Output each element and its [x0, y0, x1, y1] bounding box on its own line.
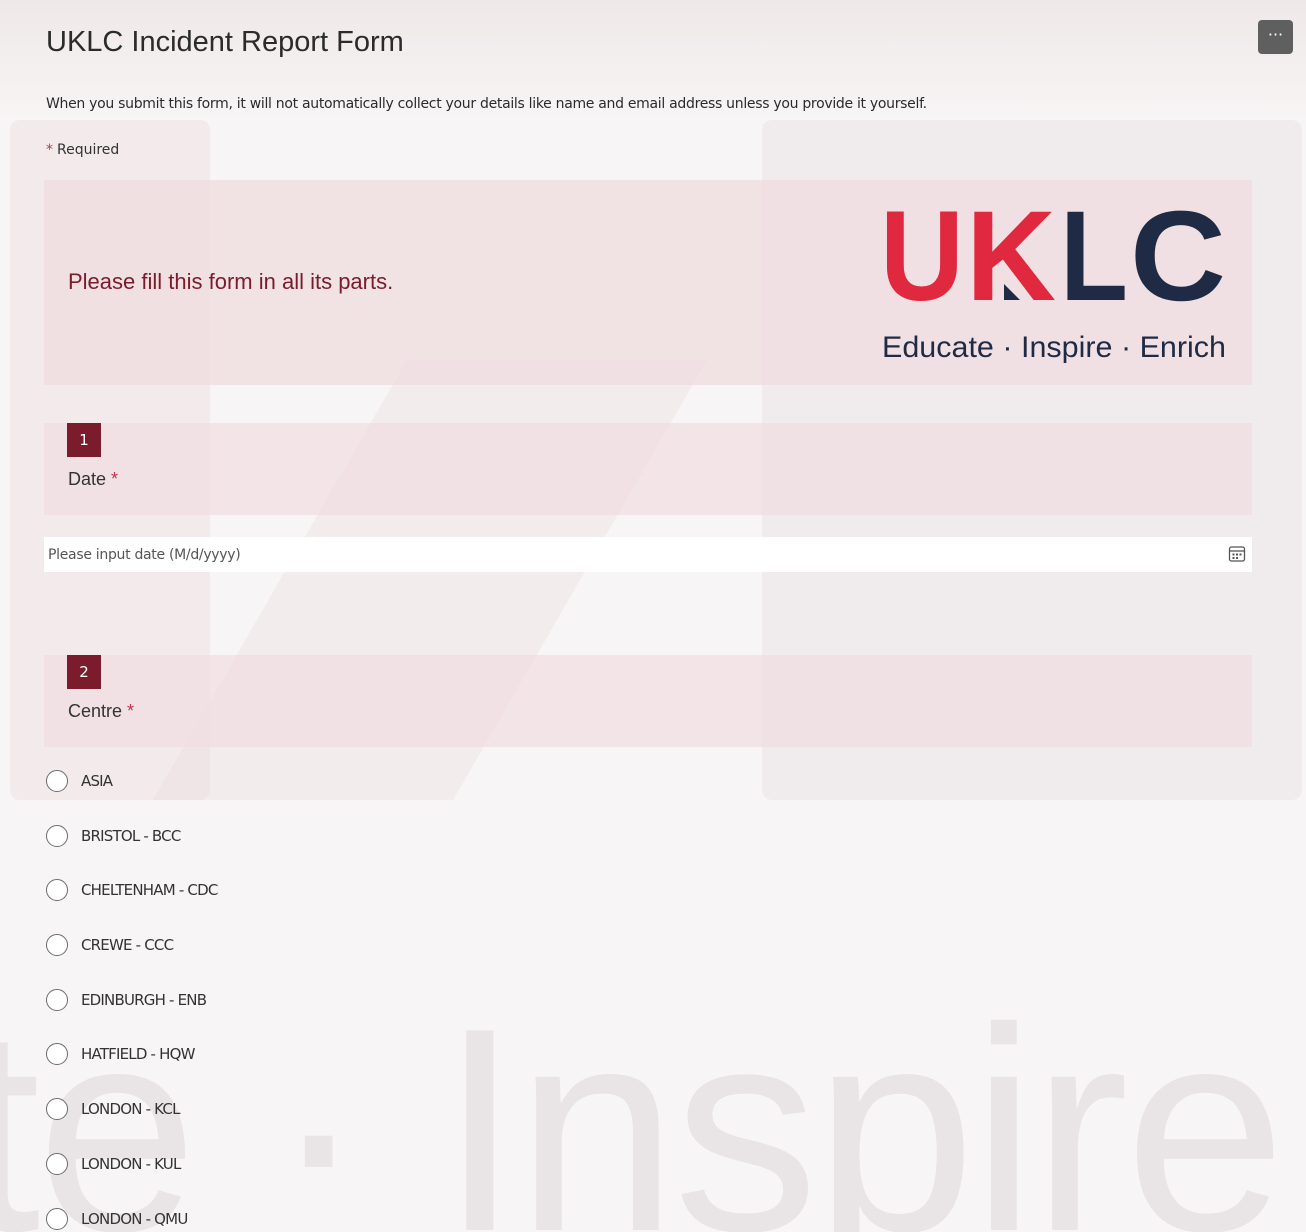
question-centre-header: 2 Centre *	[44, 655, 1252, 747]
form-banner: Please fill this form in all its parts. …	[44, 180, 1252, 385]
centre-option[interactable]: LONDON - KUL	[46, 1152, 646, 1208]
question-label: Centre *	[68, 701, 134, 722]
centre-option[interactable]: HATFIELD - HQW	[46, 1043, 646, 1098]
centre-option[interactable]: EDINBURGH - ENB	[46, 988, 646, 1044]
required-label: Required	[57, 142, 120, 158]
centre-option[interactable]: CREWE - CCC	[46, 934, 646, 989]
form-page: te · Inspire · UKLC Incident Report Form…	[0, 0, 1306, 1232]
calendar-icon[interactable]	[1227, 544, 1247, 564]
logo-letter-l: L	[1060, 198, 1128, 328]
date-input[interactable]	[44, 537, 1214, 572]
radio-button[interactable]	[46, 1207, 68, 1230]
option-label: EDINBURGH - ENB	[81, 990, 207, 1009]
option-label: CHELTENHAM - CDC	[81, 881, 218, 900]
question-number-badge: 2	[67, 655, 101, 689]
radio-button[interactable]	[46, 770, 68, 792]
more-options-button[interactable]: ···	[1258, 20, 1293, 54]
question-title: Centre	[68, 701, 123, 721]
logo-letter-k: K	[966, 198, 1056, 328]
option-label: HATFIELD - HQW	[81, 1045, 195, 1064]
centre-options: ASIA BRISTOL - BCC CHELTENHAM - CDC CREW…	[46, 770, 646, 1232]
form-title: UKLC Incident Report Form	[46, 26, 404, 58]
option-label: LONDON - KCL	[81, 1100, 180, 1119]
option-label: BRISTOL - BCC	[81, 826, 181, 845]
radio-button[interactable]	[46, 934, 68, 957]
uklc-logo: U K L C Educate · Inspire · Enrich	[880, 198, 1226, 364]
radio-button[interactable]	[46, 988, 68, 1011]
date-field	[44, 537, 1252, 572]
centre-option[interactable]: CHELTENHAM - CDC	[46, 879, 646, 934]
required-note: * Required	[46, 142, 119, 158]
question-title: Date	[68, 469, 107, 489]
radio-button[interactable]	[46, 879, 68, 902]
question-number-badge: 1	[67, 423, 101, 457]
radio-button[interactable]	[46, 1098, 68, 1121]
question-date-header: 1 Date *	[44, 423, 1252, 515]
privacy-note: When you submit this form, it will not a…	[46, 96, 927, 112]
option-label: CREWE - CCC	[81, 936, 174, 955]
logo-letter-c: C	[1130, 198, 1226, 328]
centre-option[interactable]: LONDON - QMU	[46, 1207, 646, 1232]
centre-option[interactable]: BRISTOL - BCC	[46, 824, 646, 880]
option-label: LONDON - KUL	[81, 1154, 181, 1173]
option-label: LONDON - QMU	[81, 1209, 188, 1228]
option-label: ASIA	[81, 772, 113, 790]
radio-button[interactable]	[46, 824, 68, 847]
centre-option[interactable]: LONDON - KCL	[46, 1098, 646, 1153]
centre-option[interactable]: ASIA	[46, 770, 646, 825]
required-asterisk: *	[127, 701, 135, 721]
logo-letter-u: U	[880, 198, 964, 328]
logo-tagline: Educate · Inspire · Enrich	[882, 331, 1226, 364]
radio-button[interactable]	[46, 1152, 68, 1175]
required-asterisk: *	[46, 142, 53, 158]
required-asterisk: *	[111, 469, 119, 489]
ellipsis-icon: ···	[1267, 25, 1284, 44]
radio-button[interactable]	[46, 1043, 68, 1066]
banner-text: Please fill this form in all its parts.	[68, 269, 394, 294]
question-label: Date *	[68, 469, 118, 490]
